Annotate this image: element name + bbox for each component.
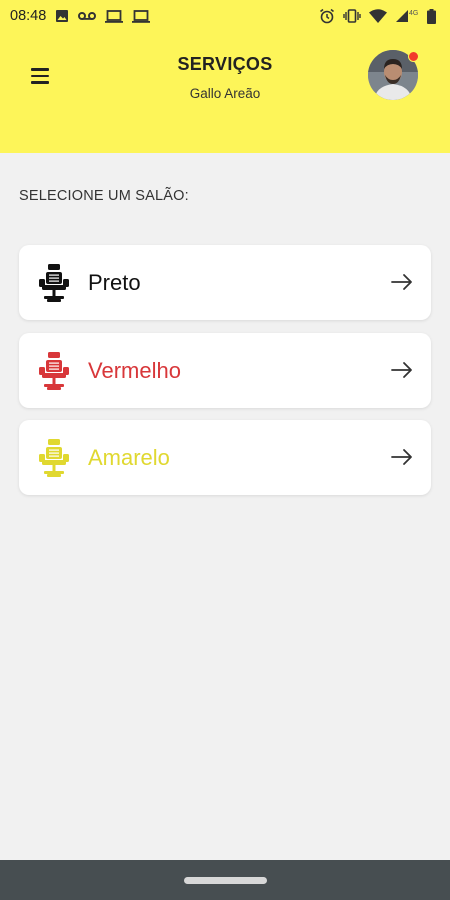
network-type: 4G: [409, 10, 418, 17]
salon-card-preto[interactable]: Preto: [19, 245, 431, 320]
notification-dot: [408, 51, 419, 62]
signal-icon: 4G: [396, 10, 418, 22]
image-icon: [56, 10, 69, 22]
arrow-right-icon: [391, 362, 412, 378]
battery-icon: [427, 8, 436, 24]
salon-card-vermelho[interactable]: Vermelho: [19, 333, 431, 408]
arrow-right-icon: [391, 449, 412, 465]
voicemail-icon: [78, 12, 97, 20]
barber-chair-icon: [39, 352, 69, 390]
salon-name: Preto: [88, 269, 141, 295]
barber-chair-icon: [39, 439, 69, 477]
arrow-right-icon: [391, 274, 412, 290]
alarm-icon: [320, 8, 334, 24]
status-bar: 08:48 4G: [0, 0, 450, 32]
vibrate-icon: [343, 9, 361, 23]
salon-name: Vermelho: [88, 357, 181, 383]
app-header: 08:48 4G SERVIÇOS Gallo Areão: [0, 0, 450, 153]
system-nav-bar: [0, 860, 450, 900]
salon-card-amarelo[interactable]: Amarelo: [19, 420, 431, 495]
barber-chair-icon: [39, 264, 69, 302]
section-label: SELECIONE UM SALÃO:: [19, 188, 189, 204]
wifi-icon: [369, 9, 387, 23]
status-time: 08:48: [10, 8, 47, 24]
laptop-icon-2: [132, 9, 151, 23]
salon-name: Amarelo: [88, 444, 170, 470]
laptop-icon: [105, 9, 124, 23]
home-gesture-pill[interactable]: [184, 877, 267, 884]
